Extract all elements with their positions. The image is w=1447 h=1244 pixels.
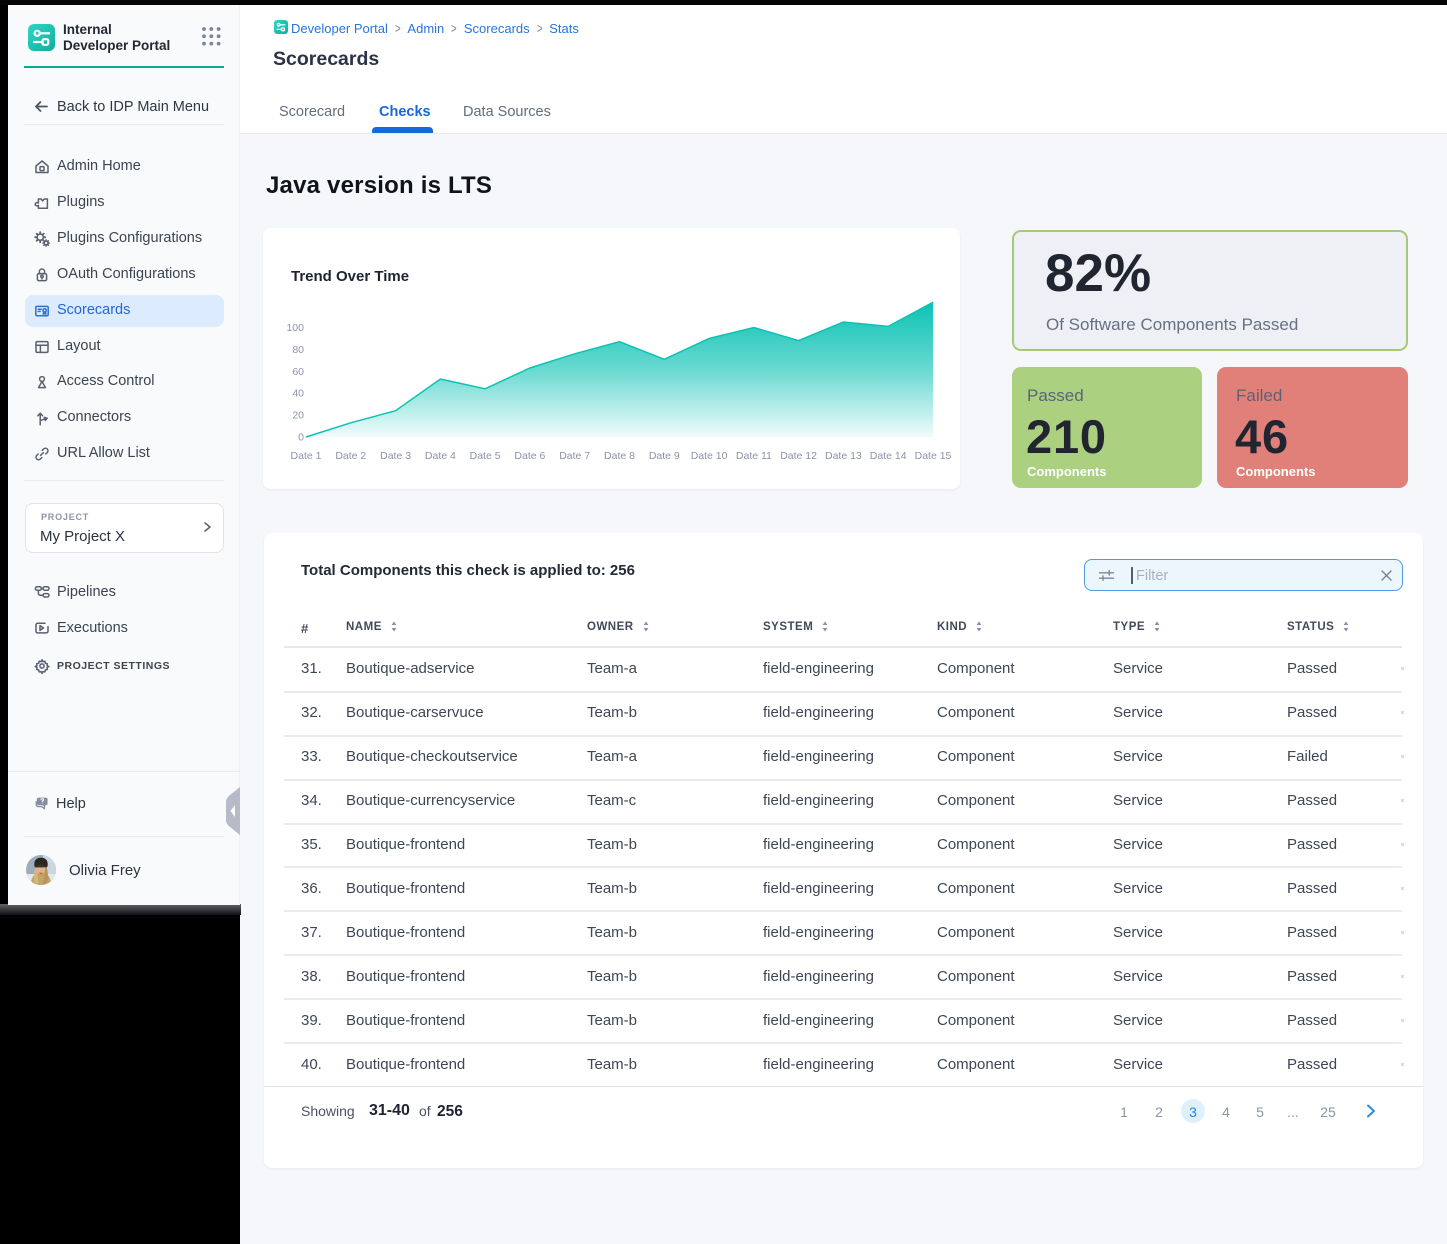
- svg-text:Date 15: Date 15: [915, 450, 952, 462]
- svg-text:100: 100: [286, 322, 304, 334]
- svg-text:Date 3: Date 3: [380, 450, 411, 462]
- svg-text:Date 2: Date 2: [335, 450, 366, 462]
- svg-text:Date 12: Date 12: [780, 450, 817, 462]
- svg-text:Date 13: Date 13: [825, 450, 862, 462]
- svg-text:40: 40: [292, 388, 304, 400]
- svg-text:Date 7: Date 7: [559, 450, 590, 462]
- svg-text:0: 0: [298, 432, 304, 444]
- svg-text:Date 5: Date 5: [470, 450, 501, 462]
- svg-text:20: 20: [292, 410, 304, 422]
- svg-text:80: 80: [292, 344, 304, 356]
- svg-text:Date 11: Date 11: [736, 450, 772, 462]
- svg-text:Date 14: Date 14: [870, 450, 907, 462]
- svg-text:Date 6: Date 6: [514, 450, 545, 462]
- svg-text:Date 9: Date 9: [649, 450, 680, 462]
- svg-text:Date 1: Date 1: [291, 450, 322, 462]
- svg-text:Date 8: Date 8: [604, 450, 635, 462]
- svg-text:Date 4: Date 4: [425, 450, 456, 462]
- svg-text:60: 60: [292, 366, 304, 378]
- svg-text:Date 10: Date 10: [691, 450, 728, 462]
